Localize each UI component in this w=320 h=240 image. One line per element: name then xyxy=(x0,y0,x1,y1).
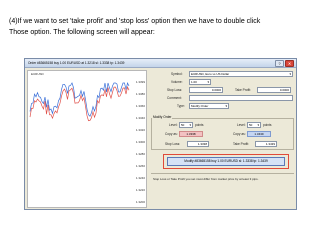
price-label: 1.3220 xyxy=(135,188,145,192)
help-button[interactable]: ? xyxy=(275,60,284,67)
price-label: 1.3300 xyxy=(135,140,145,144)
symbol-select[interactable]: EURUSD, Euro vs US Dollar xyxy=(189,71,293,77)
form-separator xyxy=(151,173,294,174)
comment-label: Comment: xyxy=(167,96,182,100)
price-label: 1.3340 xyxy=(135,116,145,120)
volume-label: Volume: xyxy=(171,80,183,84)
price-label: 1.3200 xyxy=(135,200,145,204)
price-label: 1.3360 xyxy=(135,104,145,108)
price-label: 1.3320 xyxy=(135,128,145,132)
price-label: 1.3380 xyxy=(135,92,145,96)
tp-points-label: points xyxy=(263,123,272,127)
order-window: Order #83665158 buy 1.00 EURUSD at 1.321… xyxy=(24,58,297,210)
tick-lines xyxy=(29,81,130,122)
take-profit-input[interactable]: 0.0000 xyxy=(257,87,291,93)
symbol-label: Symbol: xyxy=(171,72,183,76)
tp-copy-as-button[interactable]: 1.3439 xyxy=(247,131,271,137)
window-titlebar: Order #83665158 buy 1.00 EURUSD at 1.321… xyxy=(25,59,296,68)
caption-line-1: (4)If we want to set 'take profit' and '… xyxy=(9,18,261,25)
price-label: 1.3399 xyxy=(135,80,145,84)
sl-level-select[interactable]: 50 xyxy=(179,122,193,128)
close-button[interactable]: ✕ xyxy=(285,60,294,67)
price-label: 1.3280 xyxy=(135,152,145,156)
tp-level-select[interactable]: 50 xyxy=(247,122,261,128)
bid-line xyxy=(29,85,130,122)
window-controls: ? ✕ xyxy=(275,60,294,67)
take-profit-label-2: Take Profit: xyxy=(233,142,249,146)
volume-select[interactable]: 1.00 xyxy=(189,79,211,85)
price-label: 1.3240 xyxy=(135,176,145,180)
stop-loss-input-2[interactable]: 1.3338 xyxy=(187,141,209,147)
sl-copy-as-label: Copy as: xyxy=(165,132,178,136)
sl-points-label: points xyxy=(195,123,204,127)
modify-order-group-title: Modify Order xyxy=(152,115,173,119)
take-profit-label: Take Profit: xyxy=(235,88,251,92)
caption-line-2: Those option. The following screen will … xyxy=(9,29,155,36)
tp-level-label: Level: xyxy=(237,123,246,127)
stop-loss-input[interactable]: 0.0000 xyxy=(189,87,223,93)
take-profit-input-2[interactable]: 1.3439 xyxy=(255,141,277,147)
price-label: 1.3260 xyxy=(135,164,145,168)
order-type-select[interactable]: Modify Order xyxy=(189,103,229,109)
tp-copy-as-label: Copy as: xyxy=(233,132,246,136)
type-label: Type: xyxy=(177,104,185,108)
stop-loss-label: Stop Loss: xyxy=(167,88,183,92)
window-title: Order #83665158 buy 1.00 EURUSD at 1.321… xyxy=(28,61,125,65)
order-form: Symbol: EURUSD, Euro vs US Dollar Volume… xyxy=(149,70,296,208)
comment-input[interactable] xyxy=(189,95,293,101)
tick-chart: EURUSD 1.3399 1.3380 1.3360 1.3340 1.332… xyxy=(27,70,147,208)
pips-note: Stop Loss or Take Profit you set must di… xyxy=(153,177,259,181)
instruction-caption: (4)If we want to set 'take profit' and '… xyxy=(9,16,314,38)
modify-order-button[interactable]: Modify #83665158 buy 1.00 EURUSD sl: 1.3… xyxy=(167,157,285,166)
stop-loss-label-2: Stop Loss: xyxy=(165,142,181,146)
sl-level-label: Level: xyxy=(169,123,178,127)
sl-copy-as-button[interactable]: 1.3338 xyxy=(179,131,203,137)
